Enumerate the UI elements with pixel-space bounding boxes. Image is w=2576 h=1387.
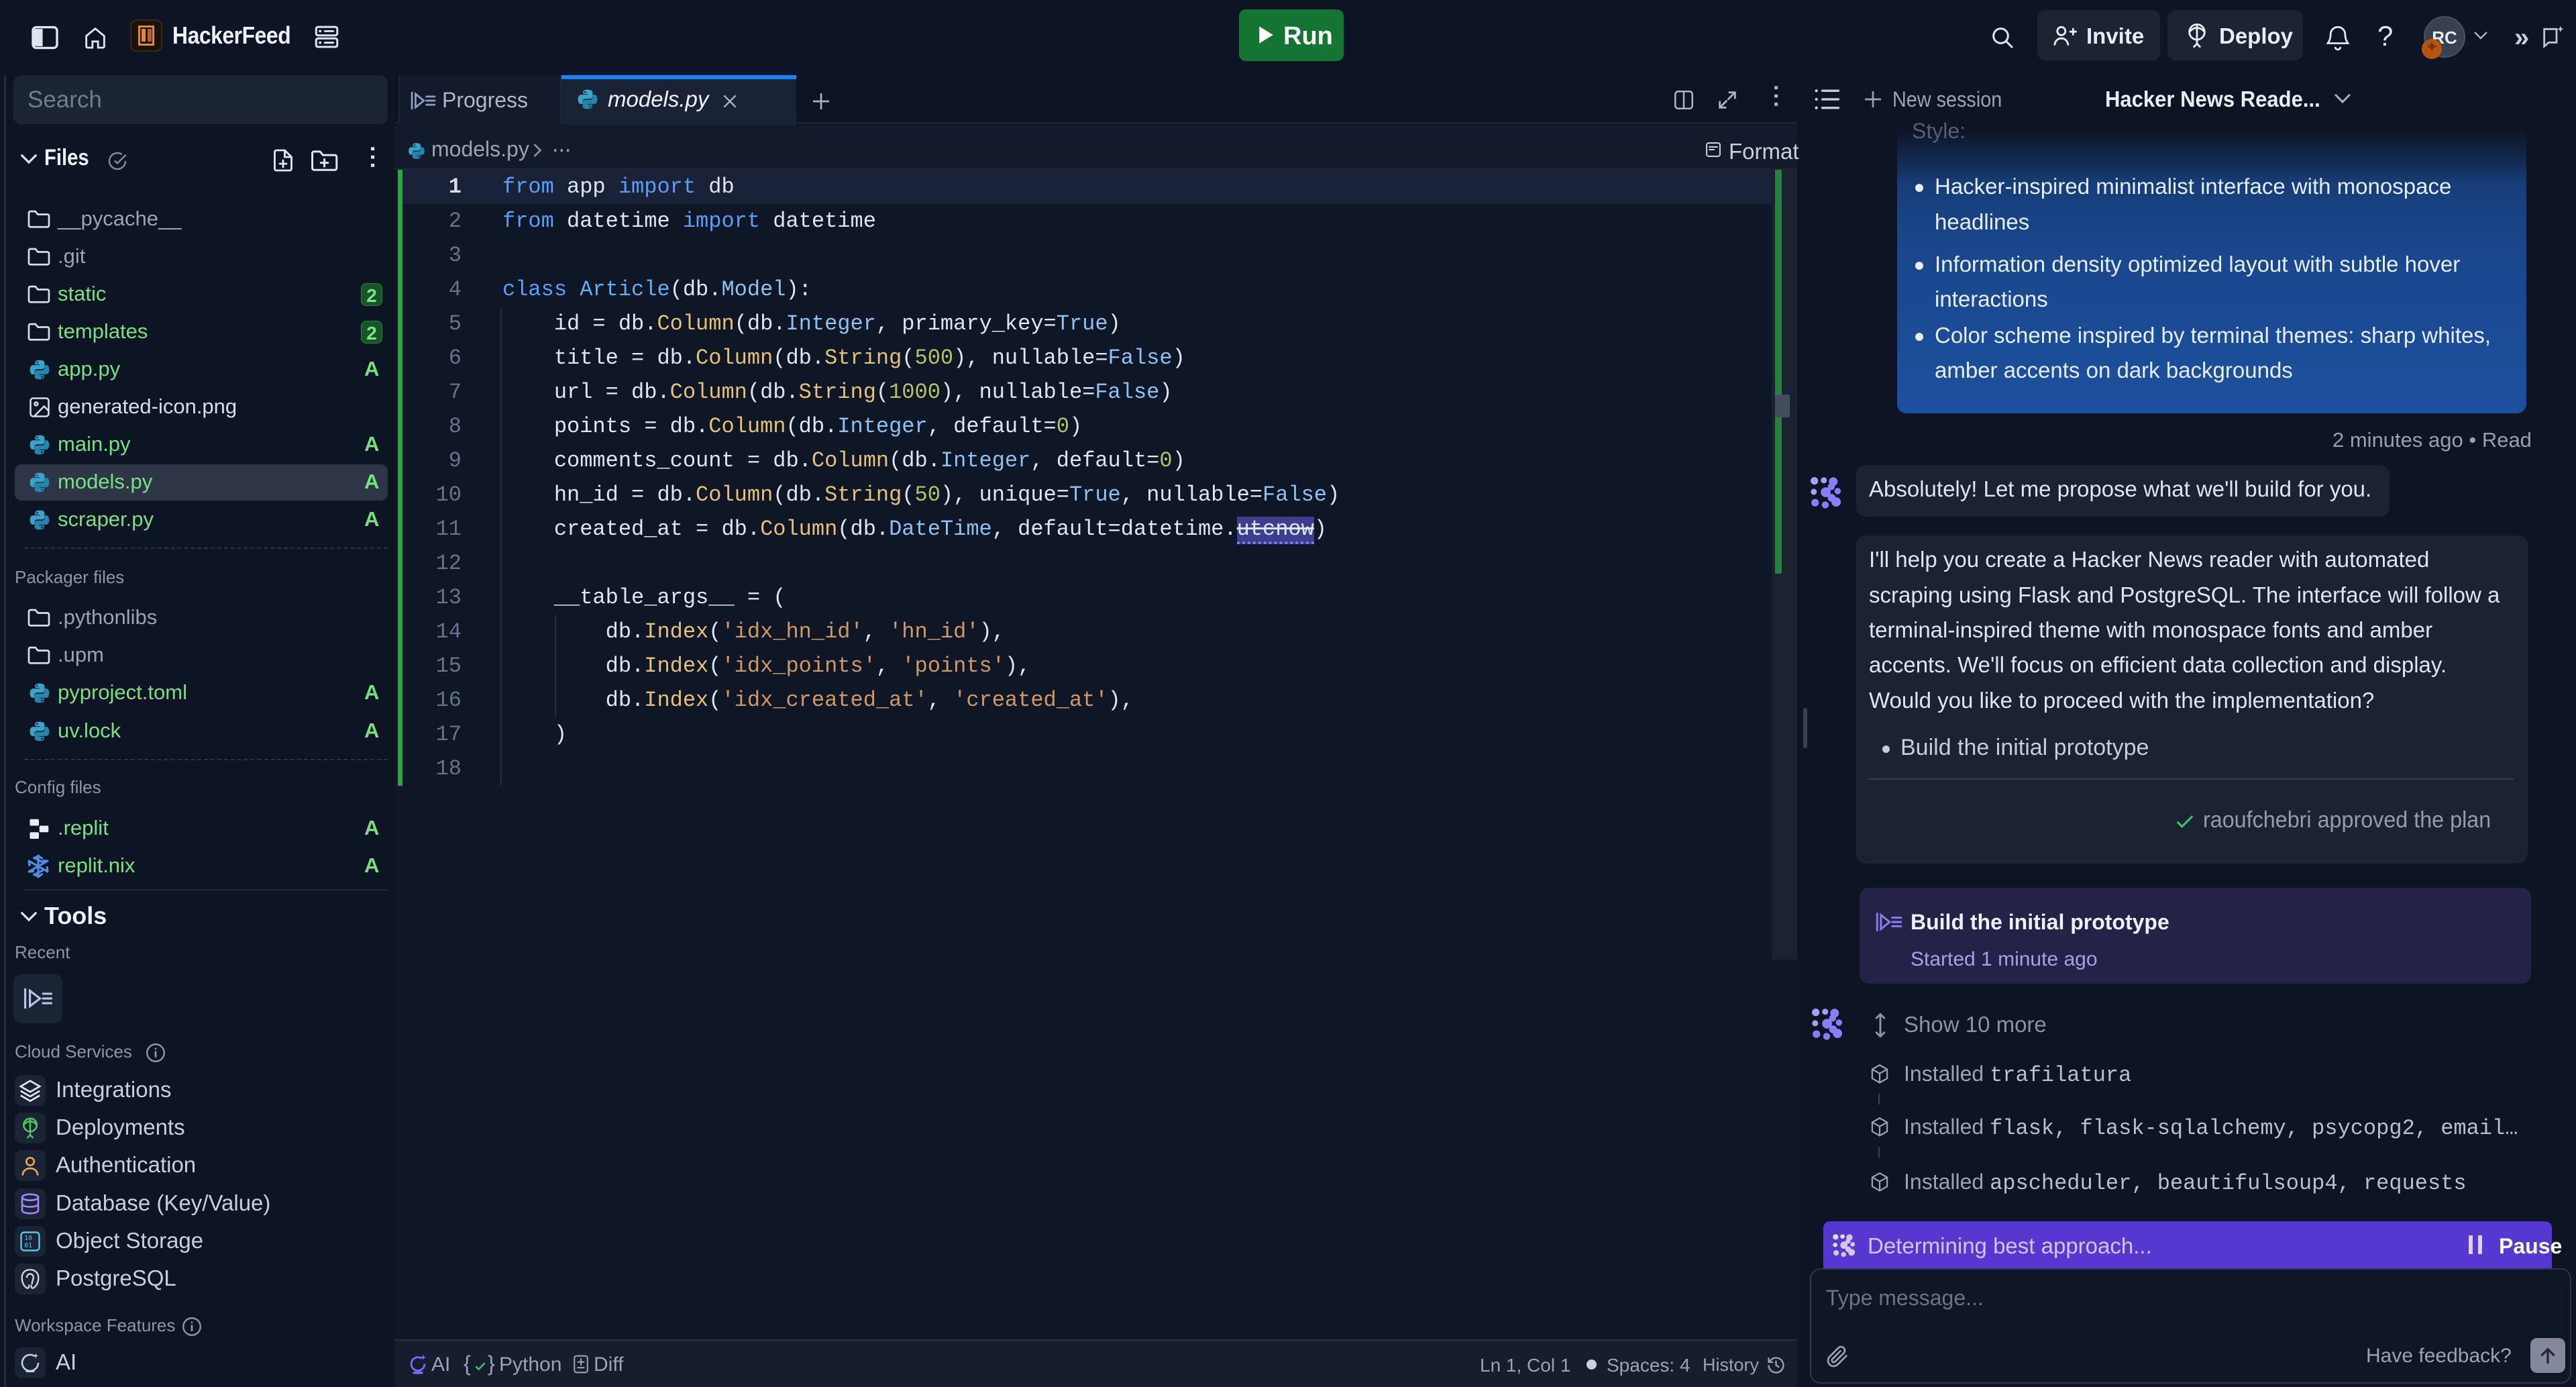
svg-text:01: 01: [24, 1242, 32, 1249]
svg-text:10: 10: [24, 1235, 32, 1242]
